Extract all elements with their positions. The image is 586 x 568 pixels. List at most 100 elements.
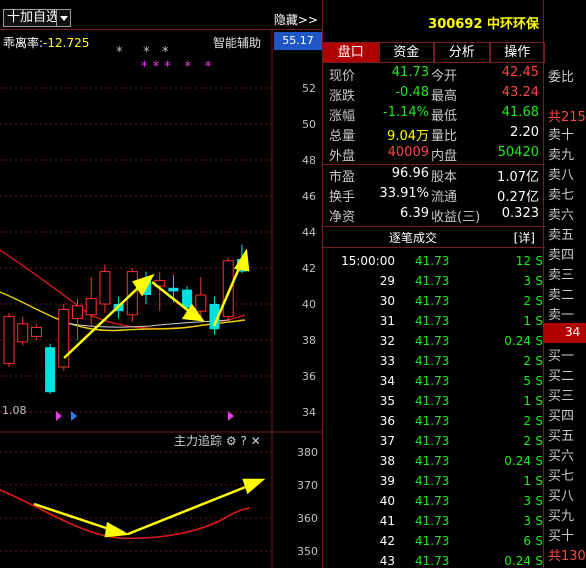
quote-label: 收益(三) <box>431 210 481 225</box>
gear-icon[interactable]: ⚙ <box>226 434 237 448</box>
trade-price: 41.73 <box>415 494 450 508</box>
tab-analysis[interactable]: 分析 <box>434 42 490 63</box>
trade-dir: S <box>535 434 543 448</box>
tab-funds[interactable]: 资金 <box>378 42 434 63</box>
quote-label: 总量 <box>329 129 356 144</box>
trade-dir: S <box>535 314 543 328</box>
trade-price: 41.73 <box>415 254 450 268</box>
quote-row: 涨幅 -1.14% 最低 41.68 <box>323 104 545 124</box>
order-book-ratio-label: 委比 <box>548 70 575 85</box>
price-axis-ticks: 52 50 48 46 44 42 40 38 36 34 <box>302 82 316 419</box>
sell-level-label: 卖一 <box>548 308 575 323</box>
panel-tabs: 盘口 资金 分析 操作 <box>323 42 545 63</box>
trade-vol: 2 <box>523 354 531 368</box>
candlestick-series <box>3 244 247 394</box>
sell-level-label: 卖五 <box>548 228 575 243</box>
quote-label: 最低 <box>431 109 458 124</box>
trade-row: 41 41.73 3 S <box>323 512 545 532</box>
price-tick-label: 52 <box>302 82 316 95</box>
trade-price: 41.73 <box>415 454 450 468</box>
trade-row: 40 41.73 3 S <box>323 492 545 512</box>
help-icon[interactable]: ? <box>240 434 246 448</box>
main-force-label: 主力追踪 <box>174 434 223 448</box>
quote-label: 涨幅 <box>329 109 356 124</box>
hide-panel-button[interactable]: 隐藏>> <box>274 11 318 28</box>
quote-value: 1.07亿 <box>497 170 539 185</box>
order-book-mid: 34 <box>544 323 586 343</box>
order-book-mid-value: 34 <box>565 325 581 339</box>
trade-row: 36 41.73 2 S <box>323 412 545 432</box>
sub-indicator-header: 主力追踪 ⚙ ? ✕ <box>174 432 261 449</box>
sub-tick-label: 360 <box>297 512 318 525</box>
quote-value: 41.68 <box>501 105 539 120</box>
trade-row: 29 41.73 3 S <box>323 272 545 292</box>
low-price-label: 1.08 <box>2 404 27 417</box>
trade-time: 43 <box>379 554 395 568</box>
trade-time: 33 <box>379 354 395 368</box>
trade-price: 41.73 <box>415 534 450 548</box>
chevron-down-icon[interactable] <box>56 9 71 27</box>
moving-average-lines <box>0 249 246 332</box>
trade-price: 41.73 <box>415 394 450 408</box>
tab-pankou[interactable]: 盘口 <box>323 42 379 63</box>
trade-time: 32 <box>379 334 395 348</box>
trade-time: 15:00:00 <box>341 254 395 268</box>
trade-vol: 3 <box>523 274 531 288</box>
kline-chart[interactable]: 52 50 48 46 44 42 40 38 36 34 380 370 360 350 <box>0 30 322 568</box>
quote-label: 股本 <box>431 170 458 185</box>
trades-detail-link[interactable]: [详] <box>514 229 535 246</box>
buy-level-label: 买四 <box>548 409 575 424</box>
buy-total: 共130 <box>548 549 586 564</box>
trade-row: 31 41.73 1 S <box>323 312 545 332</box>
sell-level-label: 卖四 <box>548 248 575 263</box>
quote-label: 量比 <box>431 129 458 144</box>
trade-dir: S <box>535 274 543 288</box>
trade-price: 41.73 <box>415 294 450 308</box>
quote-label: 今开 <box>431 69 458 84</box>
stock-code: 300692 <box>428 17 483 32</box>
trade-vol: 0.24 <box>504 334 531 348</box>
quote-value: 0.323 <box>501 206 539 221</box>
trade-dir: S <box>535 334 543 348</box>
quote-label: 外盘 <box>329 149 356 164</box>
quote-label: 市盈 <box>329 170 356 185</box>
trade-price: 41.73 <box>415 414 450 428</box>
trade-price: 41.73 <box>415 434 450 448</box>
stock-name: 中环环保 <box>486 17 539 32</box>
close-icon[interactable]: ✕ <box>251 434 261 448</box>
sub-tick-label: 380 <box>297 446 318 459</box>
sell-level-label: 卖八 <box>548 168 575 183</box>
quote-panel: 300692 中环环保 盘口 资金 分析 操作 现价 41.73 今开 42.4… <box>322 0 545 568</box>
stock-title: 300692 中环环保 <box>323 0 545 40</box>
quote-label: 流通 <box>431 190 458 205</box>
price-tick-label: 40 <box>302 298 316 311</box>
trade-price: 41.73 <box>415 354 450 368</box>
trade-vol: 0.24 <box>504 554 531 568</box>
trade-dir: S <box>535 374 543 388</box>
gray-stars: * * * <box>116 45 169 60</box>
sell-level-label: 卖十 <box>548 128 575 143</box>
trade-dir: S <box>535 254 543 268</box>
trade-vol: 1 <box>523 394 531 408</box>
add-watchlist-button[interactable]: 十加自选 <box>3 9 64 27</box>
trade-time: 36 <box>379 414 395 428</box>
price-tick-label: 34 <box>302 406 316 419</box>
smart-assist-label[interactable]: 智能辅助 <box>213 34 261 51</box>
price-tick-label: 36 <box>302 370 316 383</box>
trade-row: 42 41.73 6 S <box>323 532 545 552</box>
sub-axis-ticks: 380 370 360 350 <box>0 446 318 558</box>
trade-price: 41.73 <box>415 474 450 488</box>
ma-red-line <box>0 249 246 330</box>
quote-row: 换手 33.91% 流通 0.27亿 <box>323 185 545 205</box>
trade-price: 41.73 <box>415 314 450 328</box>
candle-body <box>17 323 29 343</box>
sub-tick-label: 370 <box>297 479 318 492</box>
candle-body <box>45 347 56 393</box>
sell-level-label: 卖七 <box>548 188 575 203</box>
quote-label: 内盘 <box>431 149 458 164</box>
trade-dir: S <box>535 514 543 528</box>
quote-label: 换手 <box>329 190 356 205</box>
buy-level-label: 买五 <box>548 429 575 444</box>
sell-level-label: 卖六 <box>548 208 575 223</box>
tab-operation[interactable]: 操作 <box>489 42 545 63</box>
